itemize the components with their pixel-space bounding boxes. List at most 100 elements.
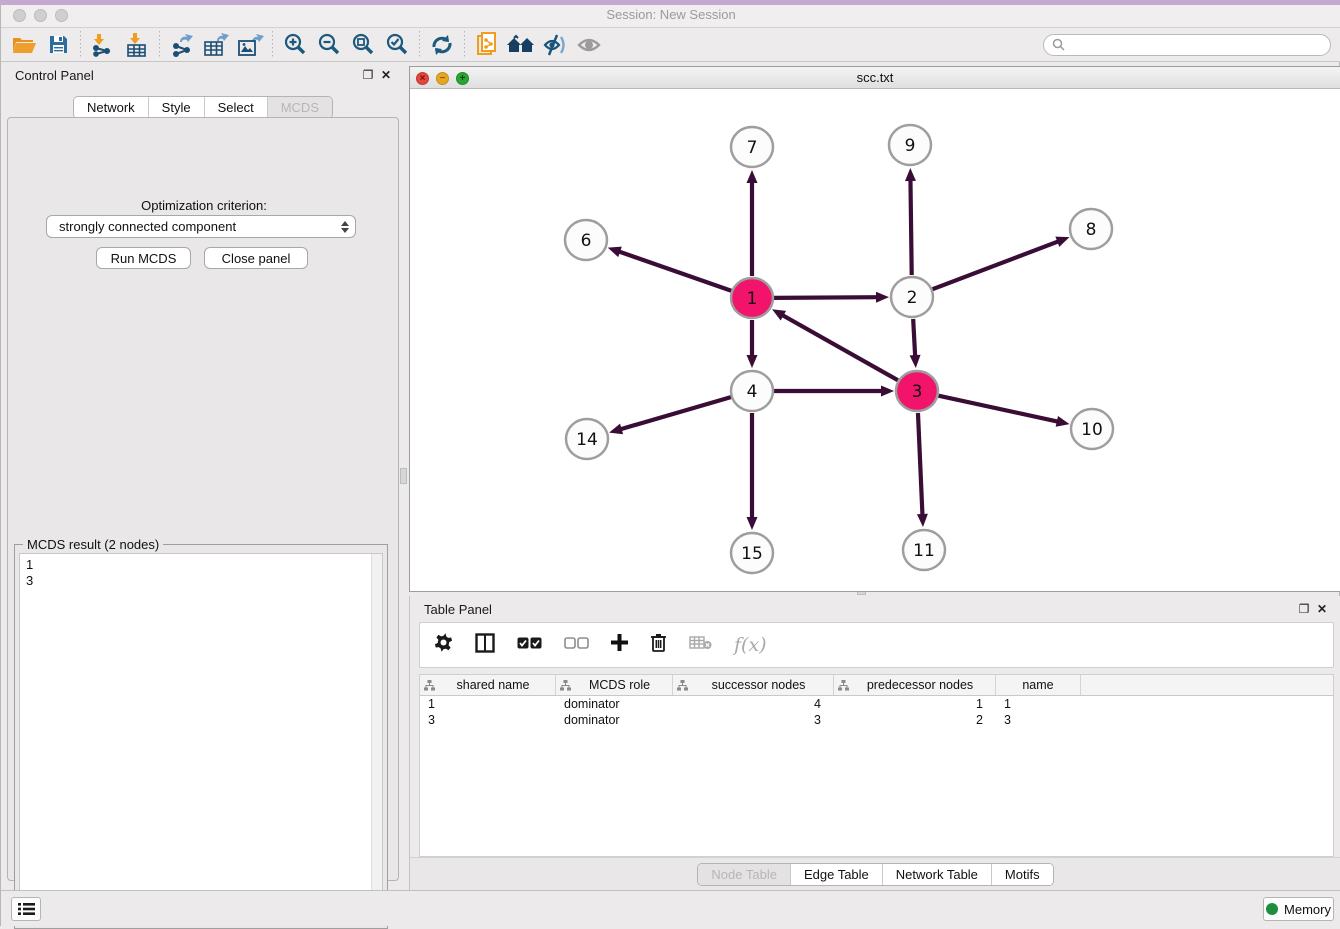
import-table-icon[interactable] bbox=[120, 30, 154, 60]
close-table-panel-icon[interactable]: ✕ bbox=[1313, 602, 1331, 616]
close-panel-label: Close panel bbox=[222, 251, 291, 266]
new-session-icon[interactable] bbox=[470, 30, 504, 60]
graph-edge-4-14[interactable] bbox=[609, 397, 731, 434]
export-network-icon[interactable] bbox=[165, 30, 199, 60]
apply-layout-icon[interactable] bbox=[425, 30, 459, 60]
close-panel-icon[interactable]: ✕ bbox=[377, 68, 395, 82]
column-header-shared-name[interactable]: shared name bbox=[420, 675, 556, 695]
search-field[interactable] bbox=[1043, 34, 1331, 56]
tab-mcds[interactable]: MCDS bbox=[267, 97, 332, 118]
node-label: 14 bbox=[576, 430, 598, 450]
delete-column-icon[interactable] bbox=[650, 633, 667, 658]
column-header-predecessor-nodes[interactable]: predecessor nodes bbox=[834, 675, 996, 695]
graph-edge-3-10[interactable] bbox=[938, 396, 1069, 427]
table-tab-node-table[interactable]: Node Table bbox=[698, 864, 790, 885]
column-label: name bbox=[1000, 678, 1076, 692]
cell-predecessor-nodes: 1 bbox=[834, 697, 996, 711]
run-mcds-label: Run MCDS bbox=[111, 251, 177, 266]
mcds-tab-content: Optimization criterion: strongly connect… bbox=[7, 117, 399, 881]
graph-edge-4-15[interactable] bbox=[747, 413, 758, 530]
graph-edge-4-3[interactable] bbox=[774, 386, 894, 397]
mcds-result-box[interactable]: 1 3 bbox=[19, 553, 383, 924]
table-tab-network-table[interactable]: Network Table bbox=[882, 864, 991, 885]
task-history-button[interactable] bbox=[11, 897, 41, 921]
vertical-splitter-grip[interactable] bbox=[400, 468, 407, 484]
graph-edge-1-2[interactable] bbox=[774, 292, 889, 303]
show-hidden-icon[interactable] bbox=[572, 30, 606, 60]
network-window-title: scc.txt bbox=[410, 70, 1340, 85]
export-image-icon[interactable] bbox=[233, 30, 267, 60]
table-row[interactable]: 1dominator411 bbox=[420, 696, 1333, 712]
open-file-icon[interactable] bbox=[7, 30, 41, 60]
table-settings-gear-icon[interactable] bbox=[434, 633, 453, 657]
tree-icon bbox=[677, 680, 688, 691]
graph-node-7[interactable]: 7 bbox=[731, 127, 773, 167]
deselect-all-rows-icon[interactable] bbox=[564, 636, 589, 654]
network-window-titlebar[interactable]: × − + scc.txt bbox=[410, 67, 1340, 89]
cell-successor-nodes: 3 bbox=[673, 713, 834, 727]
graph-node-8[interactable]: 8 bbox=[1070, 209, 1112, 249]
optimization-criterion-select[interactable]: strongly connected component bbox=[46, 215, 356, 238]
search-input[interactable] bbox=[1070, 37, 1322, 53]
graph-node-4[interactable]: 4 bbox=[731, 371, 773, 411]
column-chooser-icon[interactable] bbox=[475, 633, 495, 658]
graph-node-15[interactable]: 15 bbox=[731, 533, 773, 573]
hide-selected-icon[interactable] bbox=[538, 30, 572, 60]
close-panel-button[interactable]: Close panel bbox=[204, 247, 308, 269]
graph-node-1[interactable]: 1 bbox=[731, 278, 773, 318]
table-body: 1dominator4113dominator323 bbox=[420, 696, 1333, 728]
table-tab-motifs[interactable]: Motifs bbox=[991, 864, 1053, 885]
export-table-icon[interactable] bbox=[199, 30, 233, 60]
task-list-icon bbox=[18, 902, 35, 916]
zoom-out-icon[interactable] bbox=[312, 30, 346, 60]
column-header-mcds-role[interactable]: MCDS role bbox=[556, 675, 673, 695]
float-panel-icon[interactable]: ❐ bbox=[359, 68, 377, 82]
graph-edge-2-9[interactable] bbox=[905, 168, 916, 275]
node-label: 7 bbox=[747, 138, 758, 158]
graph-edge-1-4[interactable] bbox=[747, 320, 758, 368]
graph-node-11[interactable]: 11 bbox=[903, 530, 945, 570]
tab-network[interactable]: Network bbox=[74, 97, 148, 118]
graph-node-14[interactable]: 14 bbox=[566, 419, 608, 459]
graph-edge-2-8[interactable] bbox=[933, 237, 1070, 290]
graph-edge-1-7[interactable] bbox=[747, 170, 758, 276]
mcds-result-group: MCDS result (2 nodes) 1 3 bbox=[14, 544, 388, 929]
application-window: { "titlebar": { "title": "Session: New S… bbox=[0, 0, 1340, 926]
table-tab-edge-table[interactable]: Edge Table bbox=[790, 864, 882, 885]
graph-edge-3-11[interactable] bbox=[917, 413, 928, 527]
tab-style[interactable]: Style bbox=[148, 97, 204, 118]
graph-edge-2-3[interactable] bbox=[910, 319, 921, 368]
memory-label: Memory bbox=[1284, 902, 1331, 917]
toolbar-separator bbox=[80, 31, 81, 59]
select-all-rows-icon[interactable] bbox=[517, 636, 542, 654]
column-header-successor-nodes[interactable]: successor nodes bbox=[673, 675, 834, 695]
save-session-icon[interactable] bbox=[41, 30, 75, 60]
node-table[interactable]: shared name MCDS rolesuccessor nodesprede… bbox=[419, 674, 1334, 857]
node-label: 3 bbox=[912, 382, 923, 402]
graph-edge-1-6[interactable] bbox=[608, 247, 732, 291]
column-header-name[interactable]: name bbox=[996, 675, 1081, 695]
zoom-fit-icon[interactable] bbox=[346, 30, 380, 60]
import-network-icon[interactable] bbox=[86, 30, 120, 60]
zoom-in-icon[interactable] bbox=[278, 30, 312, 60]
memory-button[interactable]: Memory bbox=[1263, 897, 1334, 921]
float-table-panel-icon[interactable]: ❐ bbox=[1295, 602, 1313, 616]
graph-node-6[interactable]: 6 bbox=[565, 220, 607, 260]
table-row[interactable]: 3dominator323 bbox=[420, 712, 1333, 728]
node-label: 15 bbox=[741, 544, 763, 564]
zoom-selected-icon[interactable] bbox=[380, 30, 414, 60]
result-scrollbar[interactable] bbox=[371, 554, 382, 923]
graph-node-2[interactable]: 2 bbox=[891, 277, 933, 317]
network-canvas[interactable]: 1 2 3 4 6 7 8 9 10 11 14 15 bbox=[410, 89, 1340, 591]
add-column-icon[interactable] bbox=[611, 634, 628, 656]
graph-node-9[interactable]: 9 bbox=[889, 125, 931, 165]
run-mcds-button[interactable]: Run MCDS bbox=[96, 247, 191, 269]
column-label: shared name bbox=[435, 678, 551, 692]
table-panel: Table Panel ❐ ✕ f(x) shared nameMCDS rol… bbox=[409, 596, 1340, 890]
graph-edge-3-1[interactable] bbox=[772, 309, 898, 380]
show-all-icon[interactable] bbox=[504, 30, 538, 60]
tab-select[interactable]: Select bbox=[204, 97, 267, 118]
graph-node-3[interactable]: 3 bbox=[896, 371, 938, 411]
graph-node-10[interactable]: 10 bbox=[1071, 409, 1113, 449]
node-label: 8 bbox=[1086, 220, 1097, 240]
